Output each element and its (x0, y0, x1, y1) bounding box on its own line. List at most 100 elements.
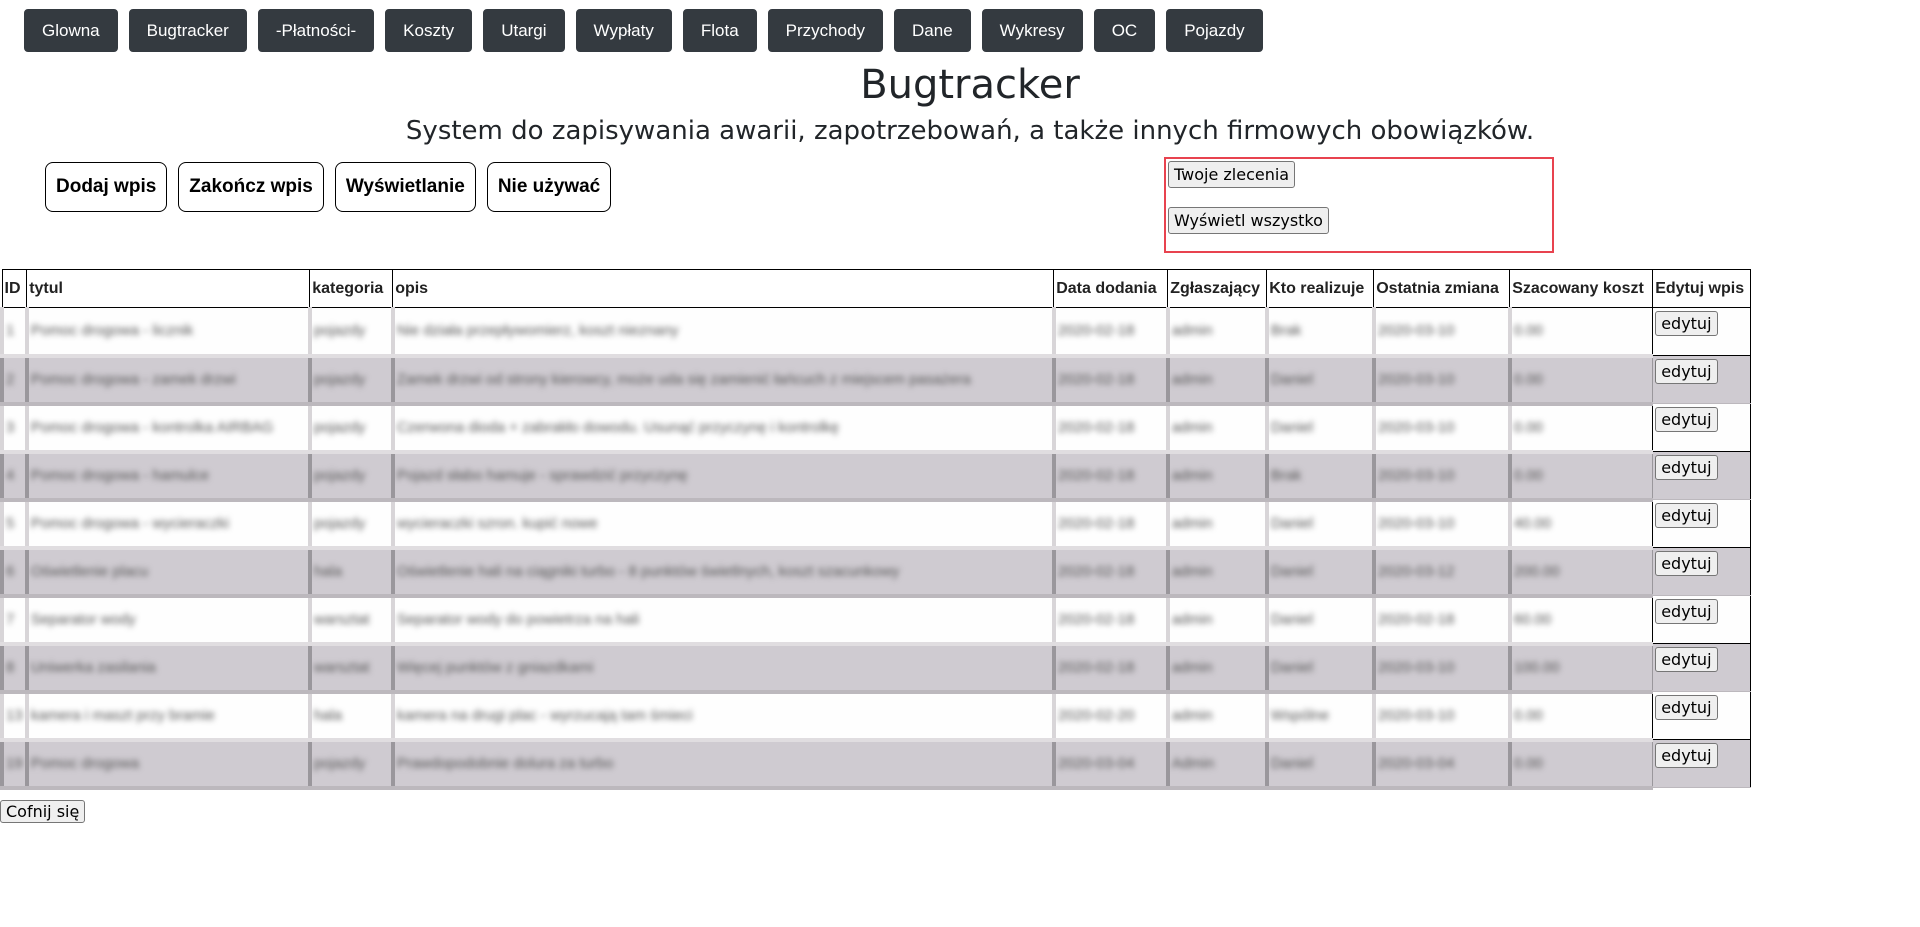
table-cell: 2020-02-18 (1051, 403, 1168, 454)
edit-cell: edytuj (1652, 691, 1752, 740)
cell-text: kamera i maszt przy bramie (30, 706, 215, 724)
table-cell: Separator wody (24, 595, 310, 646)
table-cell: 5 (0, 499, 27, 550)
back-button[interactable]: Cofnij się (0, 800, 86, 823)
cell-text: 1 (6, 321, 15, 339)
edit-button[interactable]: edytuj (1655, 455, 1718, 480)
nav-item-oc[interactable]: OC (1093, 9, 1156, 52)
cell-text: 2020-03-10 (1377, 466, 1455, 484)
edit-button[interactable]: edytuj (1655, 695, 1718, 720)
cell-text: warsztat (313, 658, 370, 676)
table-cell: hala (307, 691, 393, 742)
nav-item-bugtracker[interactable]: Bugtracker (128, 9, 247, 52)
edit-button[interactable]: edytuj (1655, 743, 1718, 768)
table-cell: Pomoc drogowa - kontrolka AIRBAG (24, 403, 310, 454)
nav-item-pojazdy[interactable]: Pojazdy (1166, 9, 1263, 52)
table-cell: 2020-03-10 (1371, 307, 1510, 358)
action-buttons: Dodaj wpis Zakończ wpis Wyświetlanie Nie… (45, 162, 612, 212)
table-cell: 2020-03-10 (1371, 691, 1510, 742)
nav-item-koszty[interactable]: Koszty (385, 9, 473, 52)
show-all-button[interactable]: Wyświetl wszystko (1168, 207, 1329, 234)
table-cell: 100.00 (1507, 643, 1653, 694)
table-cell: 2020-03-12 (1371, 547, 1510, 598)
cell-text: 0.00 (1513, 370, 1543, 388)
cell-text: 3 (6, 418, 15, 436)
table-cell: 2020-03-04 (1371, 739, 1510, 790)
table-cell: Admin (1165, 739, 1267, 790)
table-cell: pojazdy (307, 451, 393, 502)
table-cell: 3 (0, 403, 27, 454)
table-cell: Uniwerka zasilania (24, 643, 310, 694)
nav-item-płatności[interactable]: -Płatności- (257, 9, 375, 52)
cell-text: Czerwona dioda + zabrakło dowodu. Usunąć… (396, 418, 840, 436)
cell-text: 0.00 (1513, 321, 1543, 339)
edit-button[interactable]: edytuj (1655, 503, 1718, 528)
cell-text: pojazdy (313, 754, 366, 772)
close-entry-button[interactable]: Zakończ wpis (178, 162, 324, 212)
column-header: Data dodania (1053, 269, 1169, 308)
column-header: Ostatnia zmiana (1373, 269, 1511, 308)
cell-text: Pomoc drogowa - zamek drzwi (30, 370, 236, 388)
table-header-row: ID tytul kategoria opis Data dodania Zgłaszaj… (1, 269, 1752, 308)
table-cell: 2020-02-18 (1051, 643, 1168, 694)
cell-text: 2020-03-04 (1377, 754, 1455, 772)
table-cell: Wspólne (1264, 691, 1374, 742)
cell-text: 6 (6, 562, 15, 580)
table-cell: pojazdy (307, 307, 393, 358)
table-cell: Daniel (1264, 643, 1374, 694)
table-cell: 0.00 (1507, 307, 1653, 358)
table-cell: Pomoc drogowa - hamulce (24, 451, 310, 502)
cell-text: hala (313, 562, 343, 580)
cell-text: Separator wody do powietrza na hali (396, 610, 640, 628)
cell-text: 2020-03-10 (1377, 658, 1455, 676)
nav-item-flota[interactable]: Flota (682, 9, 757, 52)
table-row: 8 Uniwerka zasilania warsztat Więcej punktó… (0, 643, 1752, 694)
table-row: 19 Pomoc drogowa pojazdy Prawdopodobnie dol… (0, 739, 1752, 790)
table-cell: 2020-02-18 (1371, 595, 1510, 646)
edit-cell: edytuj (1652, 643, 1752, 692)
cell-text: 2020-03-10 (1377, 706, 1455, 724)
page-subtitle: System do zapisywania awarii, zapotrzebo… (405, 116, 1535, 146)
table-row: 5 Pomoc drogowa - wycieraczki pojazdy wycie… (0, 499, 1752, 550)
table-cell: 1 (0, 307, 27, 358)
cell-text: 8 (6, 658, 15, 676)
table-cell: 2020-03-04 (1051, 739, 1168, 790)
cell-text: 2020-03-10 (1377, 321, 1455, 339)
table-cell: hala (307, 547, 393, 598)
cell-text: 0.00 (1513, 466, 1543, 484)
nav-item-przychody[interactable]: Przychody (767, 9, 884, 52)
nav-item-utargi[interactable]: Utargi (483, 9, 565, 52)
table-cell: Zamek drzwi od strony kierowcy, może uda… (390, 355, 1054, 406)
edit-button[interactable]: edytuj (1655, 551, 1718, 576)
edit-button[interactable]: edytuj (1655, 407, 1718, 432)
table-cell: 2020-02-20 (1051, 691, 1168, 742)
table-cell: 4 (0, 451, 27, 502)
your-orders-button[interactable]: Twoje zlecenia (1168, 161, 1296, 188)
cell-text: 5 (6, 514, 15, 532)
edit-button[interactable]: edytuj (1655, 311, 1718, 336)
cell-text: pojazdy (313, 418, 366, 436)
cell-text: 2020-02-18 (1057, 610, 1135, 628)
do-not-use-button[interactable]: Nie używać (486, 162, 612, 212)
cell-text: Daniel (1270, 754, 1314, 772)
table-cell: Daniel (1264, 739, 1374, 790)
display-button[interactable]: Wyświetlanie (334, 162, 476, 212)
nav-item-wypłaty[interactable]: Wypłaty (575, 9, 672, 52)
table-cell: Oświetlenie placu (24, 547, 310, 598)
edit-button[interactable]: edytuj (1655, 599, 1718, 624)
nav-item-wykresy[interactable]: Wykresy (981, 9, 1083, 52)
column-header: kategoria (309, 269, 394, 308)
table-cell: warsztat (307, 595, 393, 646)
edit-button[interactable]: edytuj (1655, 647, 1718, 672)
cell-text: 2020-02-18 (1057, 321, 1135, 339)
cell-text: admin (1171, 658, 1213, 676)
nav-item-glowna[interactable]: Glowna (24, 9, 118, 52)
cell-text: Daniel (1270, 562, 1314, 580)
nav-item-dane[interactable]: Dane (894, 9, 971, 52)
add-entry-button[interactable]: Dodaj wpis (45, 162, 168, 212)
cell-text: admin (1171, 610, 1213, 628)
table-row: 6 Oświetlenie placu hala Oświetlenie hali n… (0, 547, 1752, 598)
cell-text: 2020-02-20 (1057, 706, 1135, 724)
cell-text: Oświetlenie placu (30, 562, 149, 580)
edit-button[interactable]: edytuj (1655, 359, 1718, 384)
